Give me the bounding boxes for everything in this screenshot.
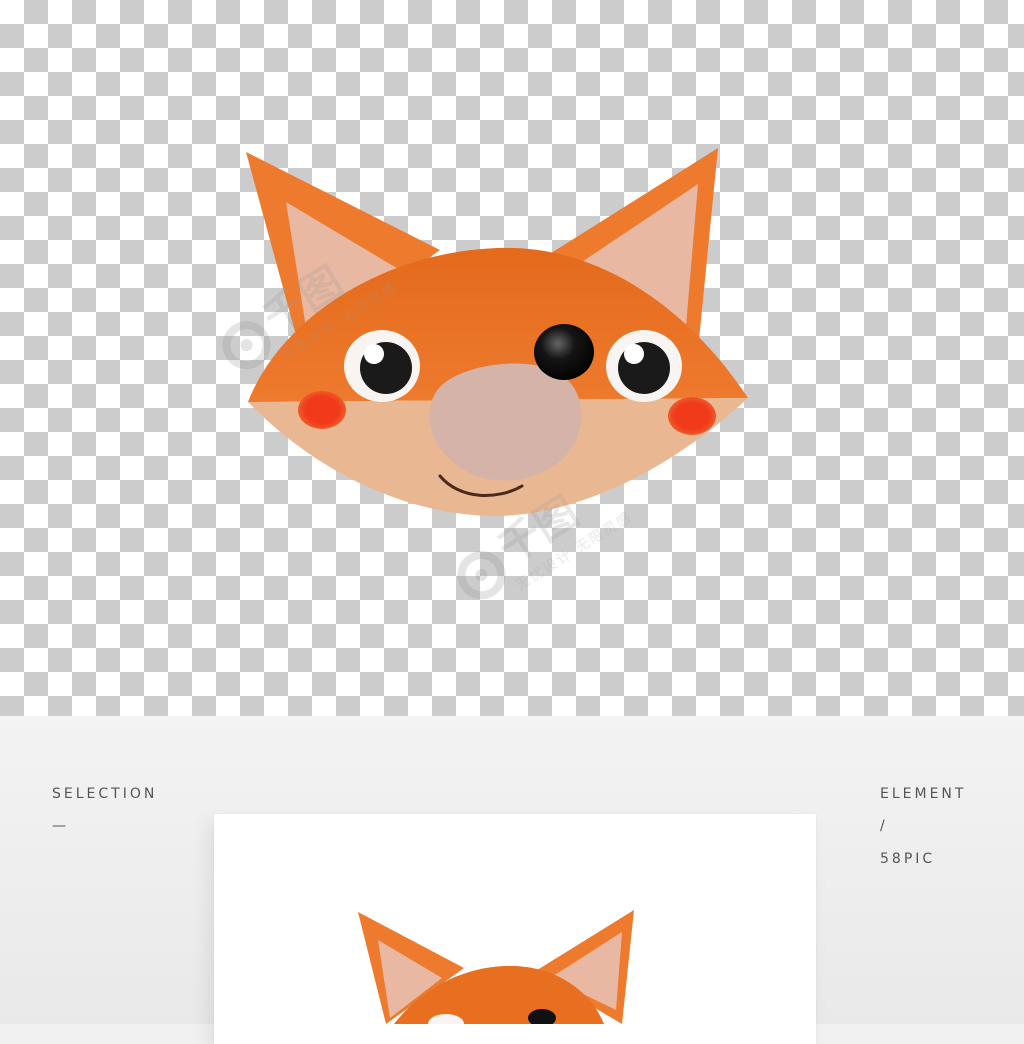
nose	[534, 324, 594, 380]
fox-head-preview	[358, 910, 634, 1024]
caption-slash: /	[880, 818, 888, 834]
right-cheek	[668, 397, 716, 435]
caption-element: ELEMENT	[880, 786, 967, 802]
caption-selection: SELECTION	[52, 786, 158, 802]
caption-selection-dash: —	[52, 818, 66, 834]
caption-brand: 58PIC	[880, 851, 936, 867]
left-cheek	[298, 391, 346, 429]
